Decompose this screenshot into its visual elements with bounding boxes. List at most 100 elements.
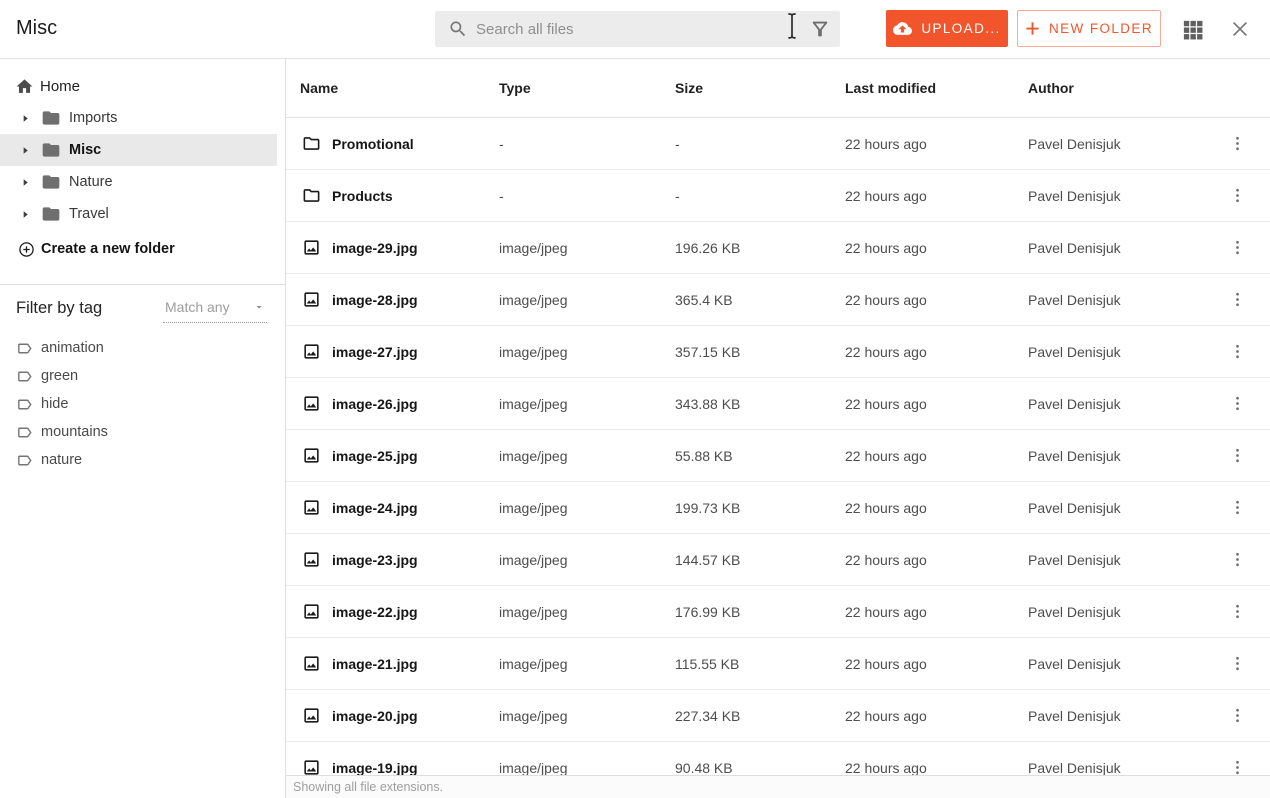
caret-right-icon — [23, 178, 28, 186]
last-modified: 22 hours ago — [845, 551, 927, 568]
circle-plus-icon — [19, 241, 34, 257]
table-row[interactable]: image-21.jpg image/jpeg 115.55 KB 22 hou… — [286, 638, 1270, 690]
author: Pavel Denisjuk — [1028, 655, 1121, 672]
file-size: 144.57 KB — [675, 551, 741, 568]
column-header-size: Size — [675, 80, 704, 96]
tag-match-mode-dropdown[interactable]: Match any — [163, 295, 267, 323]
table-row[interactable]: image-26.jpg image/jpeg 343.88 KB 22 hou… — [286, 378, 1270, 430]
sidebar-item-nature[interactable]: Nature — [0, 166, 285, 198]
sidebar-item-travel[interactable]: Travel — [0, 198, 285, 230]
table-row[interactable]: image-27.jpg image/jpeg 357.15 KB 22 hou… — [286, 326, 1270, 378]
status-text: Showing all file extensions. — [293, 780, 444, 794]
tag-filter-mountains[interactable]: mountains — [0, 418, 285, 446]
row-menu-button[interactable] — [1224, 286, 1251, 313]
table-row[interactable]: image-24.jpg image/jpeg 199.73 KB 22 hou… — [286, 482, 1270, 534]
row-menu-button[interactable] — [1224, 546, 1251, 573]
table-row[interactable]: image-23.jpg image/jpeg 144.57 KB 22 hou… — [286, 534, 1270, 586]
file-type: image/jpeg — [499, 395, 568, 412]
table-row[interactable]: image-22.jpg image/jpeg 176.99 KB 22 hou… — [286, 586, 1270, 638]
last-modified: 22 hours ago — [845, 187, 927, 204]
home-icon — [16, 78, 33, 93]
file-type: - — [499, 135, 504, 152]
row-menu-button[interactable] — [1224, 182, 1251, 209]
cloud-upload-icon — [893, 22, 913, 35]
table-row[interactable]: image-28.jpg image/jpeg 365.4 KB 22 hour… — [286, 274, 1270, 326]
image-icon — [304, 500, 319, 515]
file-type: image/jpeg — [499, 343, 568, 360]
tag-name: hide — [41, 396, 69, 412]
folder-name: Misc — [69, 142, 102, 158]
folder-icon — [303, 189, 320, 202]
tag-name: nature — [41, 452, 83, 468]
file-size: 90.48 KB — [675, 759, 733, 776]
search-bar[interactable] — [435, 11, 840, 47]
last-modified: 22 hours ago — [845, 343, 927, 360]
tag-icon — [18, 455, 32, 465]
table-row[interactable]: image-20.jpg image/jpeg 227.34 KB 22 hou… — [286, 690, 1270, 742]
file-type: image/jpeg — [499, 603, 568, 620]
funnel-icon — [812, 21, 828, 37]
file-size: 55.88 KB — [675, 447, 733, 464]
tag-match-mode-value: Match any — [165, 299, 230, 315]
last-modified: 22 hours ago — [845, 395, 927, 412]
image-icon — [304, 396, 319, 411]
column-header-name: Name — [300, 80, 339, 96]
upload-button[interactable]: UPLOAD... — [886, 10, 1008, 47]
kebab-icon — [1235, 240, 1239, 255]
kebab-icon — [1235, 136, 1239, 151]
row-menu-button[interactable] — [1224, 650, 1251, 677]
table-row[interactable]: Products - - 22 hours ago Pavel Denisjuk — [286, 170, 1270, 222]
last-modified: 22 hours ago — [845, 447, 927, 464]
grid-view-button[interactable] — [1181, 18, 1204, 41]
caret-right-icon — [23, 210, 28, 218]
folder-icon — [42, 207, 60, 221]
image-icon — [304, 656, 319, 671]
table-row[interactable]: Promotional - - 22 hours ago Pavel Denis… — [286, 118, 1270, 170]
author: Pavel Denisjuk — [1028, 187, 1121, 204]
search-filter-button[interactable] — [809, 18, 831, 40]
file-type: - — [499, 187, 504, 204]
tag-filter-animation[interactable]: animation — [0, 334, 285, 362]
table-row[interactable]: image-25.jpg image/jpeg 55.88 KB 22 hour… — [286, 430, 1270, 482]
folder-tree: Imports Misc Nature Travel — [0, 102, 285, 230]
file-name: image-22.jpg — [332, 603, 418, 620]
file-size: 176.99 KB — [675, 603, 741, 620]
column-header-modified: Last modified — [845, 80, 937, 96]
sidebar-item-home[interactable]: Home — [15, 72, 285, 100]
file-type: image/jpeg — [499, 759, 568, 776]
row-menu-button[interactable] — [1224, 598, 1251, 625]
author: Pavel Denisjuk — [1028, 135, 1121, 152]
author: Pavel Denisjuk — [1028, 447, 1121, 464]
row-menu-button[interactable] — [1224, 442, 1251, 469]
file-type: image/jpeg — [499, 447, 568, 464]
sidebar-item-misc[interactable]: Misc — [0, 134, 277, 166]
row-menu-button[interactable] — [1224, 130, 1251, 157]
sidebar-divider — [0, 284, 285, 285]
table-body: Promotional - - 22 hours ago Pavel Denis… — [286, 118, 1270, 794]
search-input[interactable] — [476, 11, 809, 47]
tag-filter-nature[interactable]: nature — [0, 446, 285, 474]
kebab-icon — [1235, 188, 1239, 203]
tag-filter-green[interactable]: green — [0, 362, 285, 390]
row-menu-button[interactable] — [1224, 494, 1251, 521]
close-button[interactable] — [1229, 18, 1251, 40]
author: Pavel Denisjuk — [1028, 603, 1121, 620]
table-row[interactable]: image-29.jpg image/jpeg 196.26 KB 22 hou… — [286, 222, 1270, 274]
sidebar-item-imports[interactable]: Imports — [0, 102, 285, 134]
tag-list: animation green hide mountains nature — [0, 334, 285, 474]
row-menu-button[interactable] — [1224, 338, 1251, 365]
row-menu-button[interactable] — [1224, 234, 1251, 261]
file-name: Products — [332, 187, 393, 204]
folder-name: Nature — [69, 174, 113, 190]
kebab-icon — [1235, 708, 1239, 723]
folder-icon — [42, 143, 60, 157]
row-menu-button[interactable] — [1224, 390, 1251, 417]
create-folder-button[interactable]: Create a new folder — [18, 235, 285, 263]
caret-right-icon — [23, 146, 28, 154]
new-folder-button[interactable]: NEW FOLDER — [1017, 10, 1161, 47]
caret-right-icon — [23, 114, 28, 122]
author: Pavel Denisjuk — [1028, 343, 1121, 360]
file-type: image/jpeg — [499, 707, 568, 724]
row-menu-button[interactable] — [1224, 702, 1251, 729]
tag-filter-hide[interactable]: hide — [0, 390, 285, 418]
